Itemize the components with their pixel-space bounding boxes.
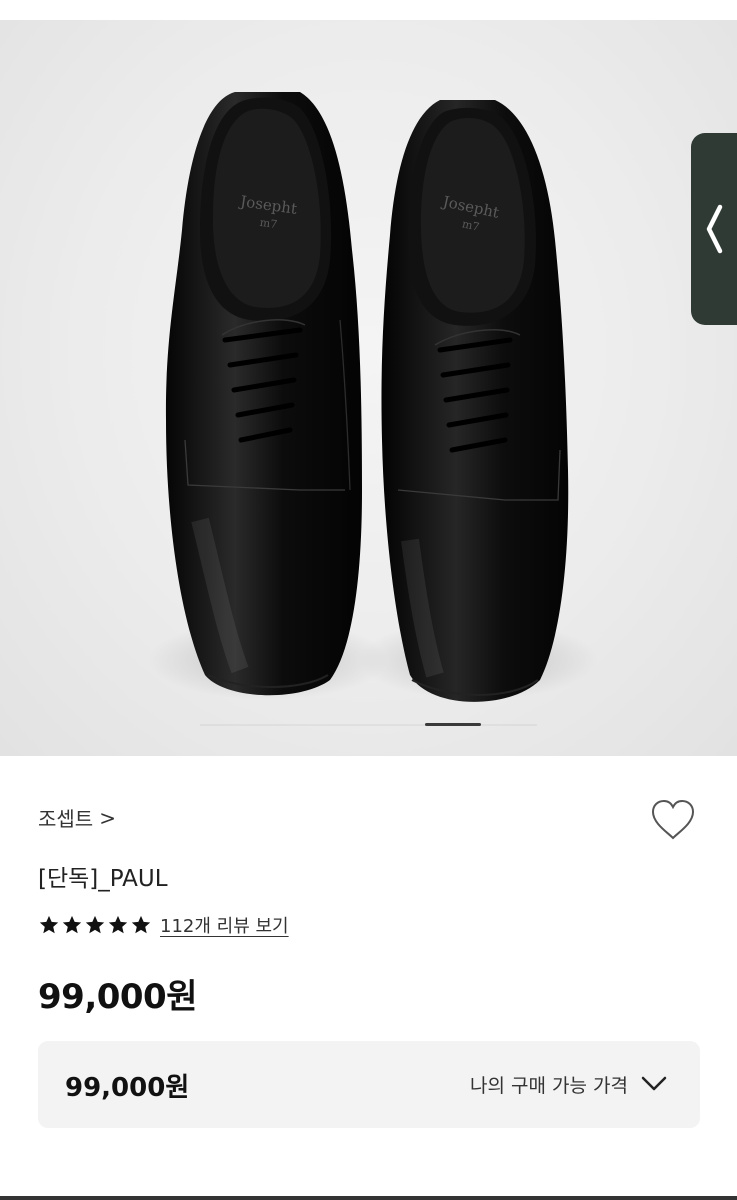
star-filled-icon xyxy=(62,915,82,934)
bottom-edge xyxy=(0,1196,737,1200)
product-title: [단독]_PAUL xyxy=(38,866,168,892)
side-panel-toggle[interactable] xyxy=(691,133,737,325)
rating-row: 112개 리뷰 보기 xyxy=(38,912,289,938)
rating-stars xyxy=(38,914,152,936)
star-filled-icon xyxy=(85,915,105,934)
top-strip xyxy=(0,0,737,20)
chevron-down-icon xyxy=(641,1076,667,1091)
star-filled-icon xyxy=(108,915,128,934)
product-info-section: 조셉트 > [단독]_PAUL 112개 리뷰 보기 99,000원 99,00… xyxy=(0,756,737,1200)
purchasable-price-label: 나의 구매 가능 가격 xyxy=(470,1075,628,1097)
chevron-left-icon xyxy=(706,204,723,254)
brand-name: 조셉트 xyxy=(38,807,94,831)
purchasable-price-value: 99,000원 xyxy=(65,1073,190,1103)
right-shoe: Josepht m7 xyxy=(381,100,569,702)
brand-link[interactable]: 조셉트 > xyxy=(38,803,116,832)
pager-track xyxy=(200,724,537,726)
product-price: 99,000원 xyxy=(38,977,197,1017)
product-image-gallery[interactable]: Josepht m7 Josepht m7 xyxy=(0,20,737,756)
left-shoe: Josepht m7 xyxy=(165,92,362,696)
purchasable-price-dropdown[interactable]: 99,000원 나의 구매 가능 가격 xyxy=(38,1041,700,1128)
image-pager-indicator xyxy=(0,720,737,730)
product-photo-shoes: Josepht m7 Josepht m7 xyxy=(148,92,598,702)
pager-thumb xyxy=(425,723,481,726)
chevron-right-icon: > xyxy=(99,805,116,830)
star-filled-icon xyxy=(131,915,151,934)
heart-outline-icon[interactable] xyxy=(649,798,697,842)
star-filled-icon xyxy=(39,915,59,934)
svg-text:m7: m7 xyxy=(259,216,278,231)
review-link[interactable]: 112개 리뷰 보기 xyxy=(160,912,289,938)
